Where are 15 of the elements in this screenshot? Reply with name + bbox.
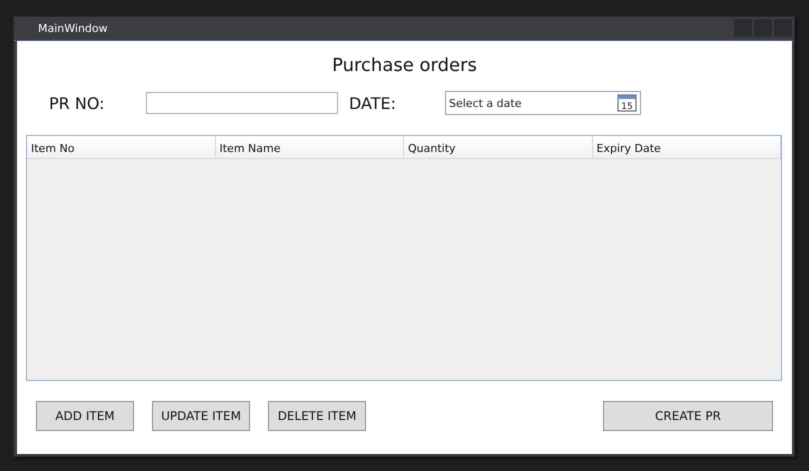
pr-no-label: PR NO:	[49, 94, 106, 112]
action-button[interactable]: CREATE PR	[603, 401, 773, 431]
date-label: DATE:	[349, 94, 398, 112]
column-header[interactable]: Expiry Date	[592, 136, 781, 158]
column-header[interactable]: Item Name	[216, 136, 404, 158]
action-button[interactable]: DELETE ITEM	[268, 401, 366, 431]
calendar-icon[interactable]: 15	[617, 94, 637, 112]
column-header[interactable]: Quantity	[404, 136, 592, 158]
page-heading: Purchase orders	[332, 55, 477, 76]
action-button[interactable]: UPDATE ITEM	[152, 401, 250, 431]
pr-no-field[interactable]	[146, 92, 338, 114]
date-picker[interactable]: Select a date 15	[445, 91, 641, 115]
column-header[interactable]: Item No	[27, 136, 216, 158]
window-title: MainWindow	[38, 22, 108, 35]
action-button[interactable]: ADD ITEM	[36, 401, 134, 431]
